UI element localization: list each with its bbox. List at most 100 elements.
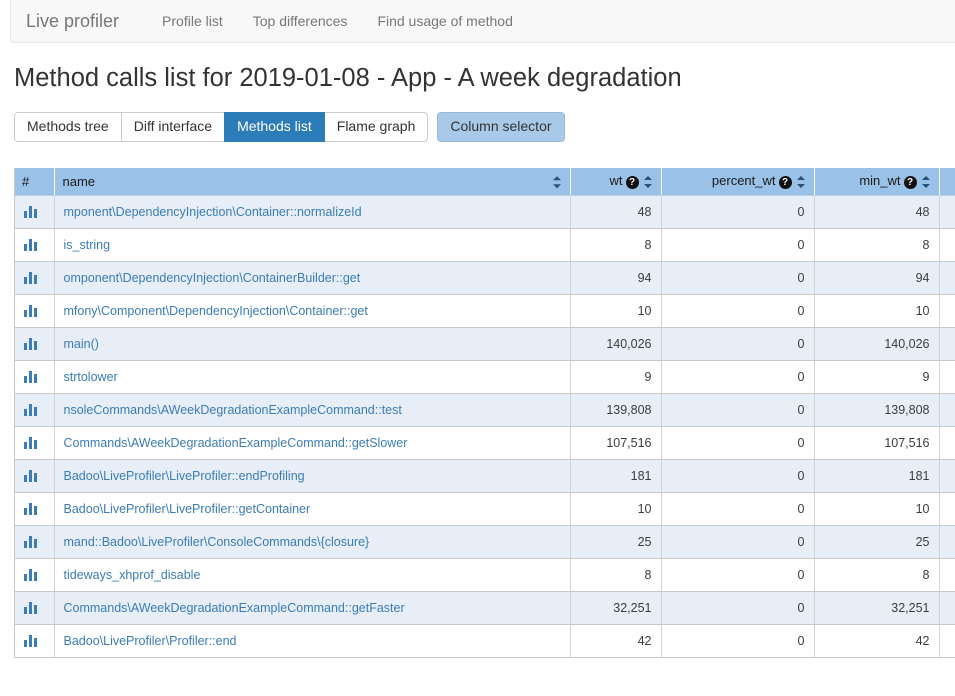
row-percent-wt-cell: 0: [661, 426, 814, 459]
row-percent-wt-cell: 0: [661, 393, 814, 426]
method-name-link[interactable]: strtolower: [64, 370, 118, 384]
table-row[interactable]: omponent\DependencyInjection\ContainerBu…: [15, 261, 955, 294]
row-min-wt-cell: 48: [814, 195, 939, 228]
method-name-link[interactable]: mfony\Component\DependencyInjection\Cont…: [64, 304, 368, 318]
sort-arrows-icon[interactable]: [922, 175, 931, 189]
bar-chart-icon[interactable]: [24, 536, 37, 548]
row-chart-cell[interactable]: [15, 261, 54, 294]
table-row[interactable]: strtolower909: [15, 360, 955, 393]
row-percent-wt-cell: 0: [661, 459, 814, 492]
column-header-percent-wt[interactable]: percent_wt?: [661, 168, 814, 195]
bar-chart-icon[interactable]: [24, 602, 37, 614]
table-row[interactable]: Commands\AWeekDegradationExampleCommand:…: [15, 426, 955, 459]
bar-chart-icon[interactable]: [24, 206, 37, 218]
row-chart-cell[interactable]: [15, 195, 54, 228]
table-row[interactable]: mfony\Component\DependencyInjection\Cont…: [15, 294, 955, 327]
row-chart-cell[interactable]: [15, 327, 54, 360]
row-chart-cell[interactable]: [15, 228, 54, 261]
button-methods-tree[interactable]: Methods tree: [14, 112, 122, 142]
row-name-cell: Badoo\LiveProfiler\LiveProfiler::endProf…: [54, 459, 570, 492]
method-name-link[interactable]: is_string: [64, 238, 111, 252]
sort-arrows-icon[interactable]: [797, 175, 806, 189]
row-chart-cell[interactable]: [15, 426, 54, 459]
methods-table: # name wt? percent_wt? min_wt?: [15, 168, 955, 658]
bar-chart-icon[interactable]: [24, 503, 37, 515]
table-row[interactable]: Commands\AWeekDegradationExampleCommand:…: [15, 591, 955, 624]
row-extra-cell: [939, 228, 955, 261]
bar-chart-icon[interactable]: [24, 305, 37, 317]
nav-link-find-usage-of-method[interactable]: Find usage of method: [362, 11, 527, 31]
table-row[interactable]: mponent\DependencyInjection\Container::n…: [15, 195, 955, 228]
method-name-link[interactable]: mand::Badoo\LiveProfiler\ConsoleCommands…: [64, 535, 370, 549]
button-methods-list[interactable]: Methods list: [224, 112, 325, 142]
bar-chart-icon[interactable]: [24, 437, 37, 449]
bar-chart-icon[interactable]: [24, 239, 37, 251]
bar-chart-icon[interactable]: [24, 404, 37, 416]
row-extra-cell: [939, 591, 955, 624]
table-row[interactable]: main()140,0260140,026: [15, 327, 955, 360]
table-row[interactable]: nsoleCommands\AWeekDegradationExampleCom…: [15, 393, 955, 426]
method-name-link[interactable]: Commands\AWeekDegradationExampleCommand:…: [64, 601, 405, 615]
row-percent-wt-cell: 0: [661, 228, 814, 261]
methods-table-head: # name wt? percent_wt? min_wt?: [15, 168, 955, 195]
column-header-min-wt[interactable]: min_wt?: [814, 168, 939, 195]
button-flame-graph[interactable]: Flame graph: [324, 112, 429, 142]
bar-chart-icon[interactable]: [24, 338, 37, 350]
row-wt-cell: 140,026: [570, 327, 661, 360]
row-chart-cell[interactable]: [15, 591, 54, 624]
row-chart-cell[interactable]: [15, 525, 54, 558]
method-name-link[interactable]: Badoo\LiveProfiler\Profiler::end: [64, 634, 237, 648]
row-min-wt-cell: 32,251: [814, 591, 939, 624]
method-name-link[interactable]: mponent\DependencyInjection\Container::n…: [64, 205, 362, 219]
table-row[interactable]: is_string808: [15, 228, 955, 261]
row-chart-cell[interactable]: [15, 558, 54, 591]
row-chart-cell[interactable]: [15, 459, 54, 492]
method-name-link[interactable]: Badoo\LiveProfiler\LiveProfiler::endProf…: [64, 469, 305, 483]
method-name-link[interactable]: nsoleCommands\AWeekDegradationExampleCom…: [64, 403, 402, 417]
row-chart-cell[interactable]: [15, 294, 54, 327]
column-header-extra[interactable]: [939, 168, 955, 195]
column-selector-button[interactable]: Column selector: [437, 112, 564, 142]
row-chart-cell[interactable]: [15, 393, 54, 426]
table-row[interactable]: tideways_xhprof_disable808: [15, 558, 955, 591]
table-row[interactable]: mand::Badoo\LiveProfiler\ConsoleCommands…: [15, 525, 955, 558]
method-name-link[interactable]: Badoo\LiveProfiler\LiveProfiler::getCont…: [64, 502, 311, 516]
bar-chart-icon[interactable]: [24, 569, 37, 581]
sort-arrows-icon[interactable]: [644, 175, 653, 189]
table-row[interactable]: Badoo\LiveProfiler\LiveProfiler::getCont…: [15, 492, 955, 525]
sort-arrows-icon[interactable]: [553, 175, 562, 189]
nav-link-top-differences[interactable]: Top differences: [238, 11, 363, 31]
row-min-wt-cell: 25: [814, 525, 939, 558]
column-header-num[interactable]: #: [15, 168, 54, 195]
row-chart-cell[interactable]: [15, 492, 54, 525]
row-chart-cell[interactable]: [15, 624, 54, 657]
row-wt-cell: 139,808: [570, 393, 661, 426]
method-name-link[interactable]: main(): [64, 337, 99, 351]
row-percent-wt-cell: 0: [661, 294, 814, 327]
row-extra-cell: [939, 195, 955, 228]
row-name-cell: omponent\DependencyInjection\ContainerBu…: [54, 261, 570, 294]
brand-link[interactable]: Live profiler: [26, 11, 119, 31]
bar-chart-icon[interactable]: [24, 470, 37, 482]
row-extra-cell: [939, 525, 955, 558]
method-name-link[interactable]: Commands\AWeekDegradationExampleCommand:…: [64, 436, 408, 450]
button-diff-interface[interactable]: Diff interface: [121, 112, 225, 142]
nav-link-profile-list[interactable]: Profile list: [147, 11, 238, 31]
column-header-name[interactable]: name: [54, 168, 570, 195]
table-row[interactable]: Badoo\LiveProfiler\LiveProfiler::endProf…: [15, 459, 955, 492]
row-wt-cell: 10: [570, 492, 661, 525]
bar-chart-icon[interactable]: [24, 635, 37, 647]
bar-chart-icon[interactable]: [24, 371, 37, 383]
column-header-wt[interactable]: wt?: [570, 168, 661, 195]
row-name-cell: is_string: [54, 228, 570, 261]
method-name-link[interactable]: tideways_xhprof_disable: [64, 568, 201, 582]
help-icon-percent-wt[interactable]: ?: [779, 176, 792, 189]
row-name-cell: mfony\Component\DependencyInjection\Cont…: [54, 294, 570, 327]
help-icon-wt[interactable]: ?: [626, 176, 639, 189]
table-row[interactable]: Badoo\LiveProfiler\Profiler::end42042: [15, 624, 955, 657]
help-icon-min-wt[interactable]: ?: [904, 176, 917, 189]
page-title: Method calls list for 2019-01-08 - App -…: [14, 62, 682, 94]
bar-chart-icon[interactable]: [24, 272, 37, 284]
row-chart-cell[interactable]: [15, 360, 54, 393]
method-name-link[interactable]: omponent\DependencyInjection\ContainerBu…: [64, 271, 361, 285]
